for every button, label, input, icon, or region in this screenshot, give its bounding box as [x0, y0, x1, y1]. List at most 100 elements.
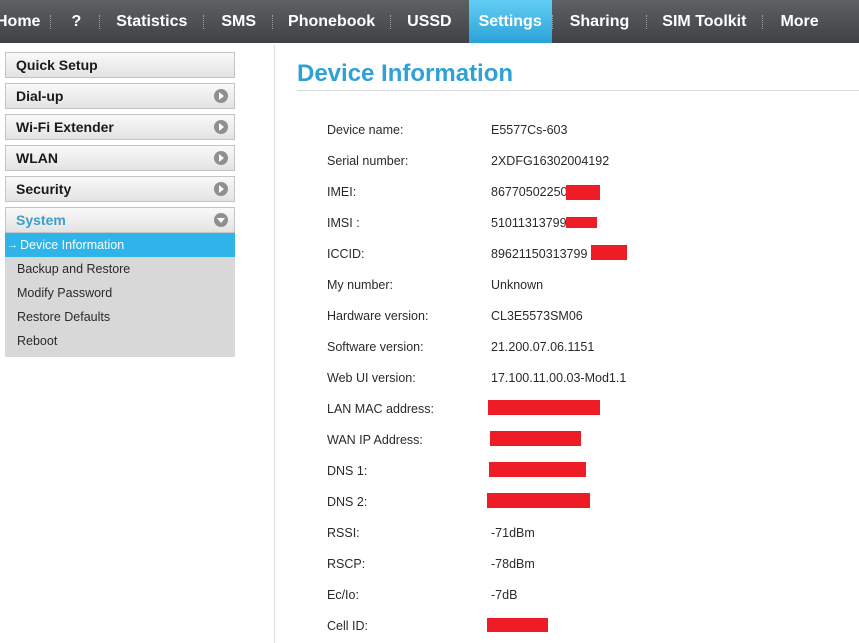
- nav-tab-label: Home: [0, 12, 41, 30]
- info-value: -71dBm: [491, 526, 535, 540]
- sidebar-item-dial-up[interactable]: Dial-up: [5, 83, 235, 109]
- title-divider: [297, 90, 859, 91]
- redaction-bar: [566, 185, 600, 200]
- submenu-item-label: Device Information: [20, 238, 125, 252]
- submenu-item-backup-restore[interactable]: Backup and Restore: [5, 257, 235, 281]
- chevron-right-icon: [214, 182, 228, 196]
- nav-tab-sim-toolkit[interactable]: SIM Toolkit: [647, 0, 762, 43]
- info-label: DNS 2:: [327, 495, 368, 509]
- nav-tab-label: Settings: [478, 12, 542, 30]
- info-label: Cell ID:: [327, 619, 368, 633]
- info-label: Hardware version:: [327, 309, 429, 323]
- sidebar-item-label: Dial-up: [16, 88, 64, 104]
- submenu-item-device-information[interactable]: → Device Information: [5, 233, 235, 257]
- nav-tab-label: Statistics: [116, 12, 188, 30]
- chevron-right-icon: [214, 120, 228, 134]
- submenu-item-modify-password[interactable]: Modify Password: [5, 281, 235, 305]
- info-value: 86770502250: [491, 185, 568, 199]
- info-row-my-number: My number: Unknown: [327, 276, 847, 296]
- sidebar-item-quick-setup[interactable]: Quick Setup: [5, 52, 235, 78]
- info-row-imsi: IMSI : 51011313799: [327, 214, 847, 234]
- info-label: Software version:: [327, 340, 424, 354]
- info-label: Web UI version:: [327, 371, 416, 385]
- sidebar-item-label: Security: [16, 181, 72, 197]
- nav-tab-settings[interactable]: Settings: [468, 0, 552, 43]
- info-label: RSCP:: [327, 557, 366, 571]
- chevron-right-icon: [214, 151, 228, 165]
- sidebar-item-system[interactable]: System: [5, 207, 235, 233]
- info-row-wan-ip: WAN IP Address:: [327, 431, 847, 451]
- nav-tab-label: Phonebook: [288, 12, 376, 30]
- info-label: LAN MAC address:: [327, 402, 434, 416]
- info-value: 51011313799: [491, 216, 567, 230]
- sidebar-item-label: Wi-Fi Extender: [16, 119, 114, 135]
- info-value: 17.100.11.00.03-Mod1.1: [491, 371, 627, 385]
- nav-tab-label: Sharing: [569, 12, 630, 30]
- info-label: DNS 1:: [327, 464, 368, 478]
- info-value: CL3E5573SM06: [491, 309, 583, 323]
- arrow-right-icon: →: [7, 239, 18, 251]
- info-value: Unknown: [491, 278, 544, 292]
- info-label: WAN IP Address:: [327, 433, 423, 447]
- chevron-right-icon: [214, 89, 228, 103]
- nav-tab-ussd[interactable]: USSD: [391, 0, 468, 43]
- info-row-web-ui-version: Web UI version: 17.100.11.00.03-Mod1.1: [327, 369, 847, 389]
- info-row-serial-number: Serial number: 2XDFG16302004192: [327, 152, 847, 172]
- info-label: Serial number:: [327, 154, 409, 168]
- chevron-down-icon: [214, 213, 228, 227]
- nav-tab-more[interactable]: More: [763, 0, 818, 43]
- nav-tab-home[interactable]: Home: [0, 0, 50, 43]
- info-row-rscp: RSCP: -78dBm: [327, 555, 847, 575]
- sidebar-item-security[interactable]: Security: [5, 176, 235, 202]
- nav-tab-label: SIM Toolkit: [662, 12, 747, 30]
- nav-tab-sharing[interactable]: Sharing: [553, 0, 647, 43]
- info-label: My number:: [327, 278, 393, 292]
- info-value: -78dBm: [491, 557, 535, 571]
- info-label: Device name:: [327, 123, 404, 137]
- submenu-item-label: Reboot: [17, 334, 58, 348]
- info-row-dns1: DNS 1:: [327, 462, 847, 482]
- redaction-bar: [488, 400, 600, 415]
- submenu-item-label: Backup and Restore: [17, 262, 131, 276]
- info-row-iccid: ICCID: 89621150313799: [327, 245, 847, 265]
- info-row-lan-mac: LAN MAC address:: [327, 400, 847, 420]
- nav-tab-label: More: [780, 12, 819, 30]
- info-label: Ec/Io:: [327, 588, 359, 602]
- redaction-bar: [566, 217, 597, 228]
- info-row-hardware-version: Hardware version: CL3E5573SM06: [327, 307, 847, 327]
- nav-tab-help[interactable]: ?: [51, 0, 99, 43]
- top-nav-bar: Home ? Statistics SMS Phonebook USSD Set…: [0, 0, 859, 43]
- info-label: RSSI:: [327, 526, 360, 540]
- redaction-bar: [490, 431, 581, 446]
- redaction-bar: [487, 493, 590, 508]
- nav-tab-sms[interactable]: SMS: [204, 0, 272, 43]
- redaction-bar: [487, 618, 548, 632]
- info-row-cell-id: Cell ID:: [327, 617, 847, 637]
- info-value: 2XDFG16302004192: [491, 154, 610, 168]
- submenu-item-reboot[interactable]: Reboot: [5, 329, 235, 353]
- info-row-device-name: Device name: E5577Cs-603: [327, 121, 847, 141]
- nav-tab-label: SMS: [221, 12, 257, 30]
- submenu-item-label: Modify Password: [17, 286, 113, 300]
- content-divider: [274, 45, 275, 643]
- page-title: Device Information: [297, 60, 514, 87]
- redaction-bar: [489, 462, 586, 477]
- submenu-item-restore-defaults[interactable]: Restore Defaults: [5, 305, 235, 329]
- info-value: -7dB: [491, 588, 518, 602]
- nav-tab-phonebook[interactable]: Phonebook: [273, 0, 390, 43]
- info-row-ecio: Ec/Io: -7dB: [327, 586, 847, 606]
- info-row-rssi: RSSI: -71dBm: [327, 524, 847, 544]
- nav-tab-label: ?: [71, 12, 82, 30]
- nav-tab-label: USSD: [407, 12, 452, 30]
- info-label: ICCID:: [327, 247, 365, 261]
- sidebar-item-wifi-extender[interactable]: Wi-Fi Extender: [5, 114, 235, 140]
- sidebar-item-wlan[interactable]: WLAN: [5, 145, 235, 171]
- nav-tab-statistics[interactable]: Statistics: [100, 0, 203, 43]
- info-row-software-version: Software version: 21.200.07.06.1151: [327, 338, 847, 358]
- sidebar: Quick Setup Dial-up Wi-Fi Extender WLAN …: [5, 52, 235, 357]
- redaction-bar: [591, 245, 627, 260]
- submenu-item-label: Restore Defaults: [17, 310, 111, 324]
- info-label: IMEI:: [327, 185, 357, 199]
- sidebar-item-label: WLAN: [16, 150, 58, 166]
- sidebar-item-label: Quick Setup: [16, 57, 98, 73]
